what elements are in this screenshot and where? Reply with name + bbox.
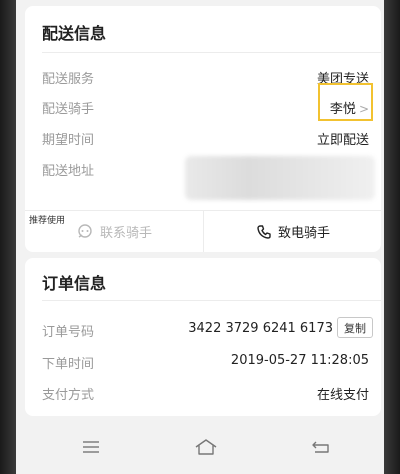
expected-time-value: 立即配送 xyxy=(316,133,369,148)
delivery-address-label: 配送地址 xyxy=(42,164,95,179)
call-rider-button[interactable]: 致电骑手 xyxy=(203,211,382,252)
order-info-title: 订单信息 xyxy=(42,274,107,293)
delivery-rider-value[interactable]: 李悦 > xyxy=(330,98,369,117)
order-time-label: 下单时间 xyxy=(42,357,95,372)
phone-screen: 配送信息 配送服务 美团专送 配送骑手 李悦 > 期望时间 立即配送 配送地址 推… xyxy=(16,0,384,474)
blurred-address xyxy=(185,156,375,200)
phone-icon xyxy=(257,224,271,239)
divider xyxy=(42,52,381,53)
menu-icon[interactable] xyxy=(82,440,100,454)
chat-rider-icon xyxy=(78,223,92,238)
delivery-rider-label: 配送骑手 xyxy=(42,102,95,117)
back-icon[interactable] xyxy=(312,440,330,454)
payment-method-value: 在线支付 xyxy=(316,388,369,403)
order-time-value: 2019-05-27 11:28:05 xyxy=(230,353,369,368)
rider-name: 李悦 xyxy=(329,102,356,117)
phone-bezel-left xyxy=(0,0,16,474)
payment-method-label: 支付方式 xyxy=(42,388,95,403)
contact-rider-button[interactable]: 联系骑手 xyxy=(25,211,203,252)
order-number-label: 订单号码 xyxy=(42,325,95,340)
delivery-info-title: 配送信息 xyxy=(42,24,107,43)
order-info-card: 订单信息 订单号码 3422 3729 6241 6173 下单时间 2019-… xyxy=(25,258,381,416)
delivery-info-card: 配送信息 配送服务 美团专送 配送骑手 李悦 > 期望时间 立即配送 配送地址 推… xyxy=(25,6,381,252)
contact-rider-label: 联系骑手 xyxy=(99,226,152,241)
phone-bezel-right xyxy=(384,0,400,474)
chevron-right-icon: > xyxy=(358,102,369,116)
copy-order-number-button[interactable]: 复制 xyxy=(337,317,373,338)
order-number-value: 3422 3729 6241 6173 xyxy=(188,321,333,336)
delivery-service-label: 配送服务 xyxy=(42,72,95,87)
call-rider-label: 致电骑手 xyxy=(277,226,330,241)
home-icon[interactable] xyxy=(194,438,218,456)
system-navigation-bar xyxy=(16,420,384,474)
divider xyxy=(42,300,381,301)
expected-time-label: 期望时间 xyxy=(42,133,95,148)
